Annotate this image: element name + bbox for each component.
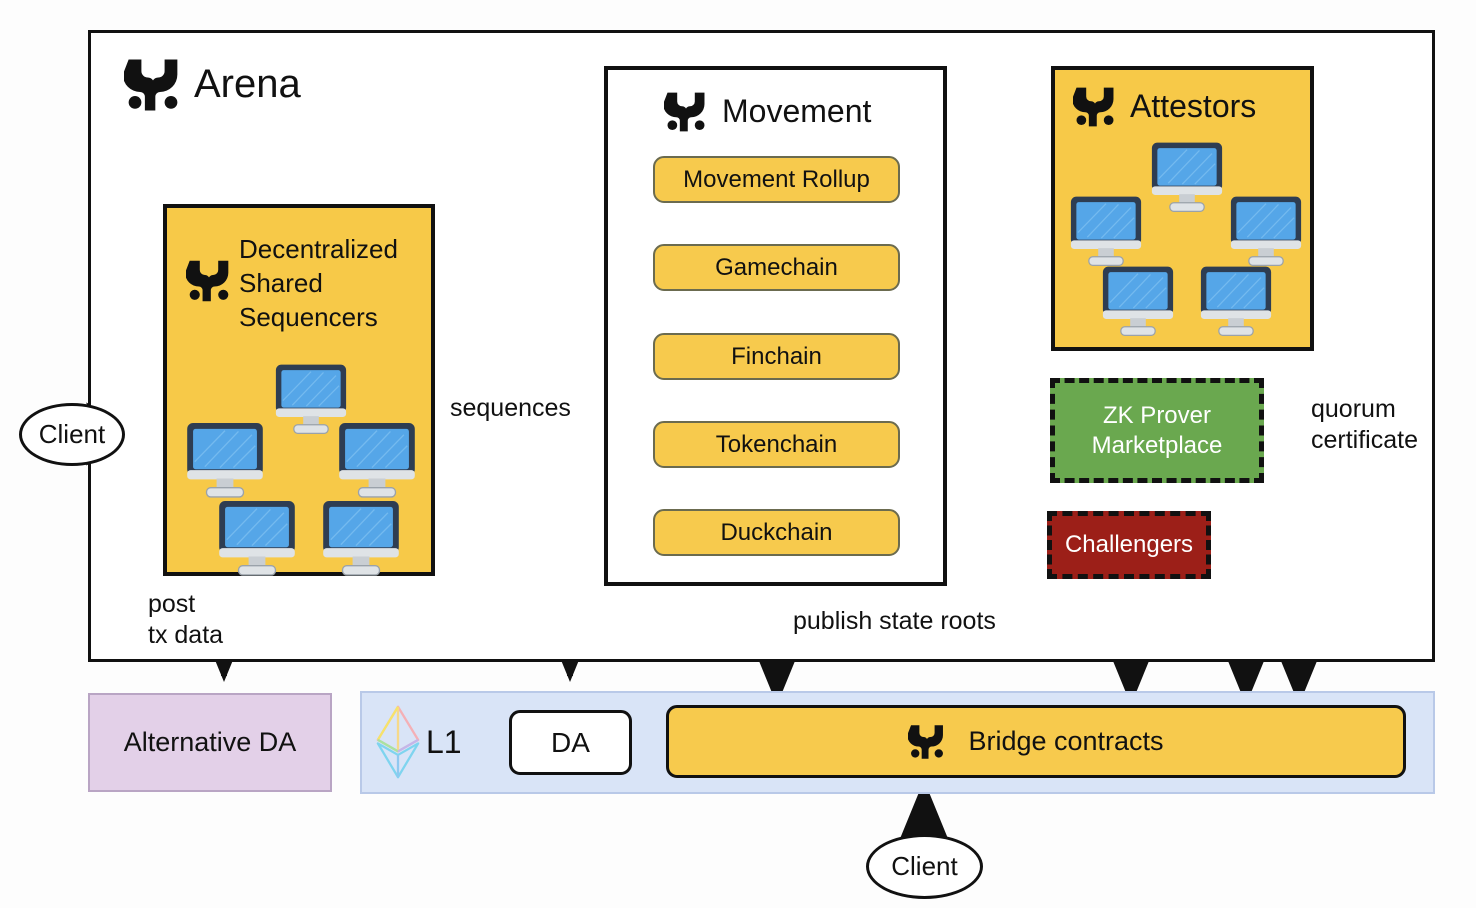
chain-item-gamechain[interactable]: Gamechain xyxy=(653,244,900,291)
post-tx-line-1: post xyxy=(148,590,196,618)
chain-item-duckchain[interactable]: Duckchain xyxy=(653,509,900,556)
edge-label-post-tx-data: post tx data xyxy=(148,589,258,651)
edge-label-publish-state-roots: publish state roots xyxy=(793,607,996,635)
ethereum-logo-icon xyxy=(376,705,420,779)
movement-title: Movement xyxy=(722,92,872,129)
movement-logo-icon xyxy=(1073,87,1114,127)
dss-label-line-2: Shared xyxy=(239,268,323,298)
movement-logo-icon xyxy=(124,59,178,111)
diagram-canvas: Arena Decentralized Shared Sequencers Mo… xyxy=(0,0,1476,908)
movement-logo-icon xyxy=(186,260,229,302)
monitor-icon xyxy=(1151,142,1223,212)
decentralized-shared-sequencers-label: Decentralized Shared Sequencers xyxy=(239,232,429,340)
l1-label: L1 xyxy=(426,723,462,760)
monitor-icon xyxy=(1230,196,1302,266)
alternative-da-box[interactable]: Alternative DA xyxy=(88,693,332,792)
dss-label-line-3: Sequencers xyxy=(239,302,378,332)
monitor-icon xyxy=(187,423,263,498)
post-tx-line-2: tx data xyxy=(148,621,224,649)
monitor-icon xyxy=(219,501,295,576)
client-node-bottom[interactable]: Client xyxy=(866,834,983,899)
monitor-icon xyxy=(339,423,415,498)
challengers-box[interactable]: Challengers xyxy=(1047,511,1211,579)
movement-logo-icon xyxy=(908,724,944,759)
zk-prover-marketplace-box[interactable]: ZK Prover Marketplace xyxy=(1050,378,1264,483)
monitor-icon xyxy=(323,501,399,576)
chain-item-tokenchain[interactable]: Tokenchain xyxy=(653,421,900,468)
monitor-icon xyxy=(1070,196,1142,266)
dss-label-line-1: Decentralized xyxy=(239,234,398,264)
bridge-contracts-box[interactable]: Bridge contracts xyxy=(666,705,1406,778)
bridge-contracts-label: Bridge contracts xyxy=(968,726,1164,756)
zk-label-line-1: ZK Prover xyxy=(1102,401,1211,429)
quorum-line-1: quorum xyxy=(1311,395,1396,423)
quorum-line-2: certificate xyxy=(1311,426,1418,454)
arena-title: Arena xyxy=(194,61,301,106)
attestors-title: Attestors xyxy=(1130,87,1257,124)
monitor-icon xyxy=(1200,266,1272,336)
zk-label-line-2: Marketplace xyxy=(1091,431,1223,459)
da-box[interactable]: DA xyxy=(509,710,632,775)
edge-label-quorum-certificate: quorum certificate xyxy=(1311,394,1441,456)
monitor-icon xyxy=(1102,266,1174,336)
movement-logo-icon xyxy=(664,92,705,132)
chain-item-movement-rollup[interactable]: Movement Rollup xyxy=(653,156,900,203)
edge-label-sequences: sequences xyxy=(450,394,571,422)
movement-container xyxy=(604,66,947,586)
client-node-left[interactable]: Client xyxy=(19,403,125,466)
chain-item-finchain[interactable]: Finchain xyxy=(653,333,900,380)
